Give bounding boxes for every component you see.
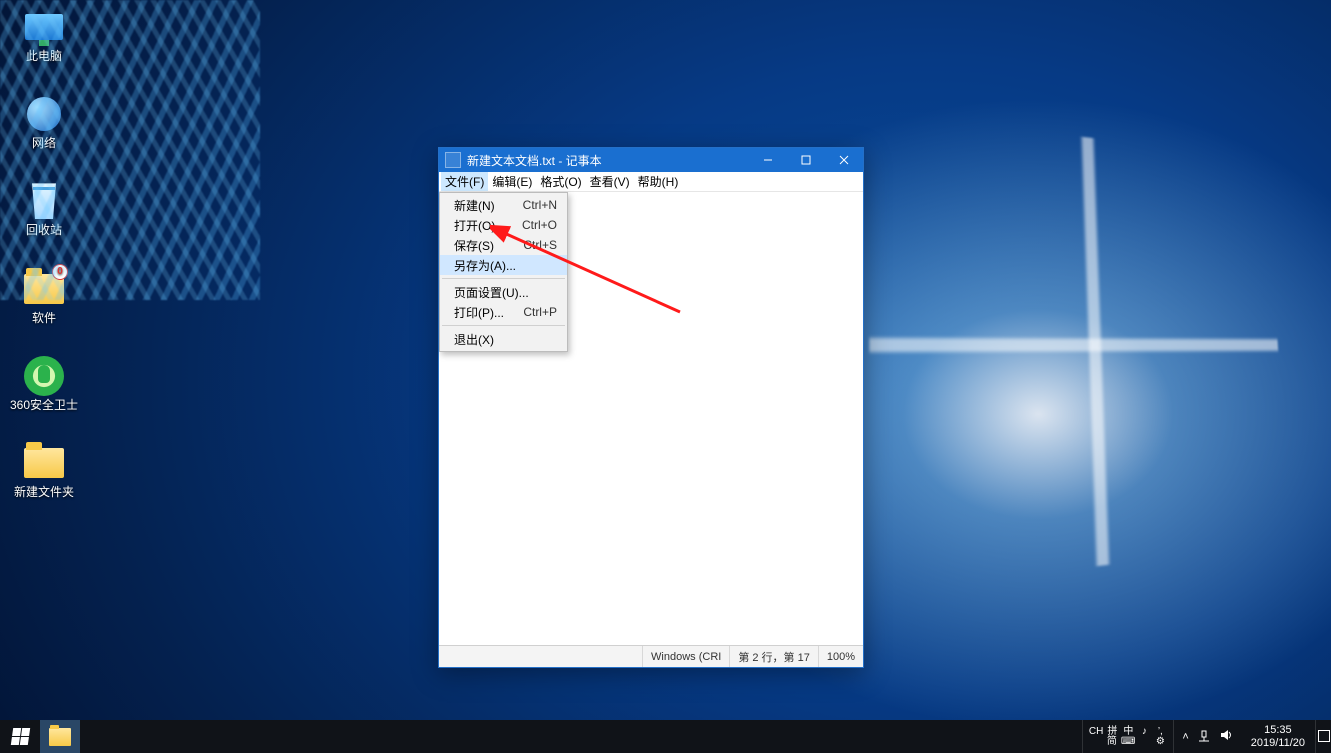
desktop-icon-this-pc[interactable]: 此电脑 (6, 6, 82, 63)
menu-edit[interactable]: 编辑(E) (488, 172, 536, 191)
menu-file[interactable]: 文件(F) (441, 172, 488, 191)
ime-mode: 拼 (1105, 727, 1119, 737)
maximize-button[interactable] (787, 148, 825, 172)
desktop-icon-label: 新建文件夹 (14, 486, 74, 499)
ime-sound-icon: ♪ (1137, 727, 1151, 737)
menu-bar: 文件(F) 编辑(E) 格式(O) 查看(V) 帮助(H) (439, 172, 863, 192)
folder-icon: 0 (24, 274, 64, 304)
menu-help[interactable]: 帮助(H) (634, 172, 683, 191)
file-menu-item[interactable]: 页面设置(U)... (440, 282, 567, 302)
tray-overflow-chevron-icon[interactable]: ˄ (1182, 731, 1188, 743)
menu-item-label: 页面设置(U)... (454, 284, 529, 301)
ime-keyboard-icon: ⌨ (1121, 737, 1135, 747)
window-titlebar[interactable]: 新建文本文档.txt - 记事本 (439, 148, 863, 172)
desktop-icon-label: 此电脑 (26, 50, 62, 63)
status-caret-position: 第 2 行，第 17 (729, 646, 818, 667)
menu-format[interactable]: 格式(O) (536, 172, 585, 191)
file-menu-item[interactable]: 保存(S) Ctrl+S (440, 235, 567, 255)
windows-logo-icon (10, 728, 29, 745)
file-menu-item[interactable]: 打开(O)... Ctrl+O (440, 215, 567, 235)
clock-date: 2019/11/20 (1251, 737, 1305, 749)
desktop-icon-label: 回收站 (26, 224, 62, 237)
start-button[interactable] (0, 720, 40, 753)
globe-icon (27, 97, 61, 131)
desktop-icon-new-folder[interactable]: 新建文件夹 (6, 442, 82, 499)
taskbar-clock[interactable]: 15:35 2019/11/20 (1241, 724, 1315, 748)
status-zoom: 100% (818, 646, 863, 667)
menu-item-label: 退出(X) (454, 331, 494, 348)
menu-separator (442, 325, 565, 326)
update-badge: 0 (52, 264, 68, 280)
file-menu-item[interactable]: 新建(N) Ctrl+N (440, 195, 567, 215)
ime-punct: ’, (1153, 727, 1167, 737)
recycle-bin-icon (29, 183, 59, 219)
desktop-icon-recycle-bin[interactable]: 回收站 (6, 180, 82, 237)
desktop-icon-360[interactable]: 360安全卫士 (6, 355, 82, 412)
menu-item-shortcut: Ctrl+N (523, 198, 557, 212)
action-center-button[interactable] (1315, 720, 1331, 753)
desktop-icon-network[interactable]: 网络 (6, 93, 82, 150)
menu-item-label: 新建(N) (454, 197, 495, 214)
notification-icon (1318, 730, 1330, 742)
close-button[interactable] (825, 148, 863, 172)
menu-item-shortcut: Ctrl+S (523, 238, 557, 252)
ime-simplified: 简 (1105, 737, 1119, 747)
desktop-icon-label: 网络 (32, 137, 56, 150)
360-icon (24, 356, 64, 396)
taskbar: CH 拼 中 ♪ ’, 简 ⌨ ⚙ ˄ (0, 720, 1331, 753)
menu-item-label: 另存为(A)... (454, 257, 516, 274)
desktop-icon-label: 360安全卫士 (10, 399, 78, 412)
notepad-window[interactable]: 新建文本文档.txt - 记事本 文件(F) 编辑(E) 格式(O) 查看(V)… (438, 147, 864, 668)
desktop-icon-label: 软件 (32, 312, 56, 325)
taskbar-app-file-explorer[interactable] (40, 720, 80, 753)
folder-icon (24, 448, 64, 478)
file-menu-item[interactable]: 退出(X) (440, 329, 567, 349)
ime-cn: 中 (1121, 727, 1135, 737)
status-encoding: Windows (CRI (642, 646, 729, 667)
notepad-app-icon (445, 152, 461, 168)
desktop-icon-grid: 此电脑 网络 回收站 0 软件 360安全卫士 新建文件夹 (6, 6, 82, 499)
menu-item-label: 保存(S) (454, 237, 494, 254)
tray-volume-icon[interactable] (1219, 728, 1233, 745)
menu-separator (442, 278, 565, 279)
menu-item-shortcut: Ctrl+P (523, 305, 557, 319)
clock-time: 15:35 (1251, 724, 1305, 736)
menu-view[interactable]: 查看(V) (586, 172, 634, 191)
status-bar: Windows (CRI 第 2 行，第 17 100% (439, 645, 863, 667)
pc-icon (25, 14, 63, 40)
file-explorer-icon (49, 728, 71, 746)
file-menu-item[interactable]: 另存为(A)... (440, 255, 567, 275)
desktop-icon-software-folder[interactable]: 0 软件 (6, 268, 82, 325)
ime-indicator[interactable]: CH 拼 中 ♪ ’, 简 ⌨ ⚙ (1082, 720, 1174, 753)
desktop[interactable]: 此电脑 网络 回收站 0 软件 360安全卫士 新建文件夹 新建文本文档.txt… (0, 0, 1331, 753)
ime-lang: CH (1089, 727, 1103, 737)
menu-item-shortcut: Ctrl+O (522, 218, 557, 232)
file-menu-dropdown: 新建(N) Ctrl+N 打开(O)... Ctrl+O 保存(S) Ctrl+S 另存为(… (439, 192, 568, 352)
file-menu-item[interactable]: 打印(P)... Ctrl+P (440, 302, 567, 322)
menu-item-label: 打印(P)... (454, 304, 504, 321)
window-title: 新建文本文档.txt - 记事本 (467, 152, 602, 169)
minimize-button[interactable] (749, 148, 787, 172)
menu-item-label: 打开(O)... (454, 217, 505, 234)
system-tray: ˄ (1174, 728, 1240, 745)
tray-network-icon[interactable] (1197, 728, 1211, 745)
ime-settings-icon: ⚙ (1153, 737, 1167, 747)
